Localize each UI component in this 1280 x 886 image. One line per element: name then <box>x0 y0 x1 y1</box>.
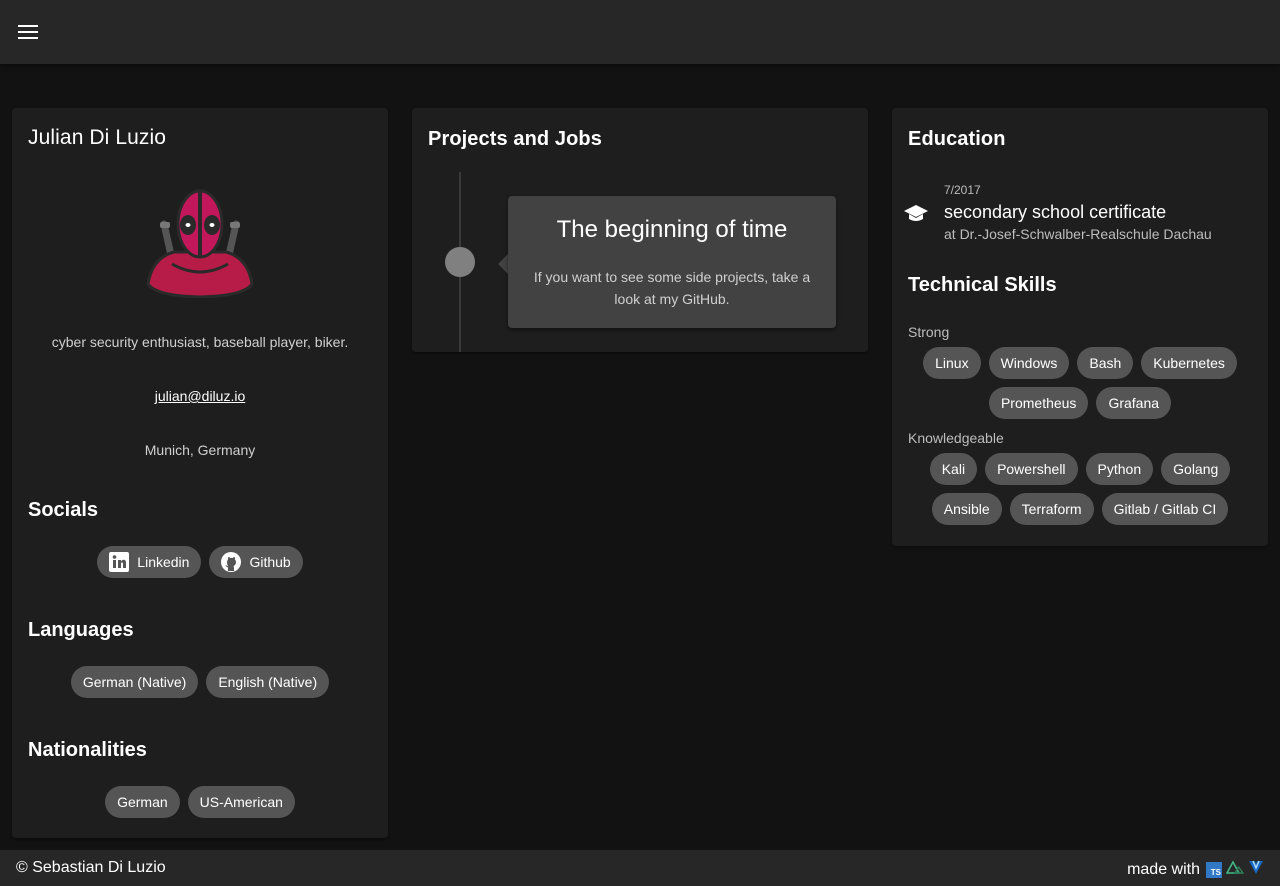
skill-chip[interactable]: Grafana <box>1096 387 1172 419</box>
profile-name: Julian Di Luzio <box>28 126 167 149</box>
skill-chip[interactable]: Windows <box>988 347 1070 379</box>
skill-chip[interactable]: Terraform <box>1009 493 1094 525</box>
nationality-chip[interactable]: US-American <box>187 786 295 818</box>
typescript-icon: TS <box>1206 861 1222 878</box>
linkedin-icon <box>109 552 130 572</box>
socials-title: Socials <box>28 499 99 521</box>
languages-title: Languages <box>28 619 134 641</box>
knowledgeable-skills-row-2: Ansible Terraform Gitlab / Gitlab CI <box>892 493 1268 525</box>
footer-copyright: © Sebastian Di Luzio <box>16 859 166 876</box>
graduation-cap-icon <box>904 203 928 230</box>
skill-chip[interactable]: Ansible <box>931 493 1002 525</box>
strong-label: Strong <box>908 324 950 340</box>
skill-chip[interactable]: Bash <box>1077 347 1134 379</box>
linkedin-label: Linkedin <box>137 554 190 570</box>
footer-made-with: made with TS <box>1127 859 1264 880</box>
profile-location: Munich, Germany <box>144 442 256 458</box>
timeline-item-title: The beginning of time <box>556 216 788 243</box>
language-chip[interactable]: German (Native) <box>70 666 199 698</box>
app-bar <box>0 0 1280 64</box>
timeline-item-text: If you want to see some side projects, t… <box>533 269 811 307</box>
language-chip[interactable]: English (Native) <box>206 666 330 698</box>
made-with-label: made with <box>1127 860 1200 878</box>
socials-row: Linkedin Github <box>12 546 388 578</box>
nationality-chip[interactable]: German <box>105 786 180 818</box>
strong-skills-row-2: Prometheus Grafana <box>892 387 1268 419</box>
knowledgeable-label: Knowledgeable <box>908 430 1004 446</box>
skill-chip[interactable]: Python <box>1085 453 1154 485</box>
timeline-card-arrow <box>498 254 508 274</box>
menu-button[interactable] <box>12 16 44 48</box>
skill-chip[interactable]: Linux <box>923 347 981 379</box>
skill-chip[interactable]: Gitlab / Gitlab CI <box>1101 493 1229 525</box>
github-chip[interactable]: Github <box>209 546 303 578</box>
nuxt-icon <box>1225 860 1245 879</box>
skill-chip[interactable]: Kali <box>929 453 978 485</box>
vuetify-icon <box>1248 859 1264 880</box>
education-card: Education 7/2017 secondary school certif… <box>892 108 1268 546</box>
skill-chip[interactable]: Golang <box>1161 453 1231 485</box>
github-icon <box>221 552 242 572</box>
education-title: Education <box>908 128 1006 150</box>
education-date: 7/2017 <box>944 183 981 197</box>
timeline-item: The beginning of time If you want to see… <box>508 196 836 328</box>
timeline-dot <box>445 247 475 277</box>
skill-chip[interactable]: Prometheus <box>988 387 1089 419</box>
skill-chip[interactable]: Powershell <box>985 453 1078 485</box>
nationalities-title: Nationalities <box>28 739 147 761</box>
education-degree: secondary school certificate <box>944 202 1167 222</box>
projects-title: Projects and Jobs <box>428 128 602 150</box>
projects-card: Projects and Jobs The beginning of time … <box>412 108 868 352</box>
languages-row: German (Native) English (Native) <box>12 666 388 698</box>
footer: © Sebastian Di Luzio made with TS <box>0 850 1280 886</box>
skills-title: Technical Skills <box>908 274 1057 296</box>
github-label: Github <box>249 554 291 570</box>
education-school: at Dr.-Josef-Schwalber-Realschule Dachau <box>944 226 1212 242</box>
knowledgeable-skills-row-1: Kali Powershell Python Golang <box>892 453 1268 485</box>
strong-skills-row-1: Linux Windows Bash Kubernetes <box>892 347 1268 379</box>
skill-chip[interactable]: Kubernetes <box>1141 347 1237 379</box>
menu-icon <box>18 25 38 39</box>
nationalities-row: German US-American <box>12 786 388 818</box>
avatar <box>144 188 256 299</box>
profile-card: Julian Di Luzio cyber security enthusias… <box>12 108 388 838</box>
profile-tagline: cyber security enthusiast, baseball play… <box>51 334 349 350</box>
linkedin-chip[interactable]: Linkedin <box>97 546 202 578</box>
email-link[interactable]: julian@diluz.io <box>155 388 245 404</box>
profile-email-row: julian@diluz.io <box>12 388 388 404</box>
